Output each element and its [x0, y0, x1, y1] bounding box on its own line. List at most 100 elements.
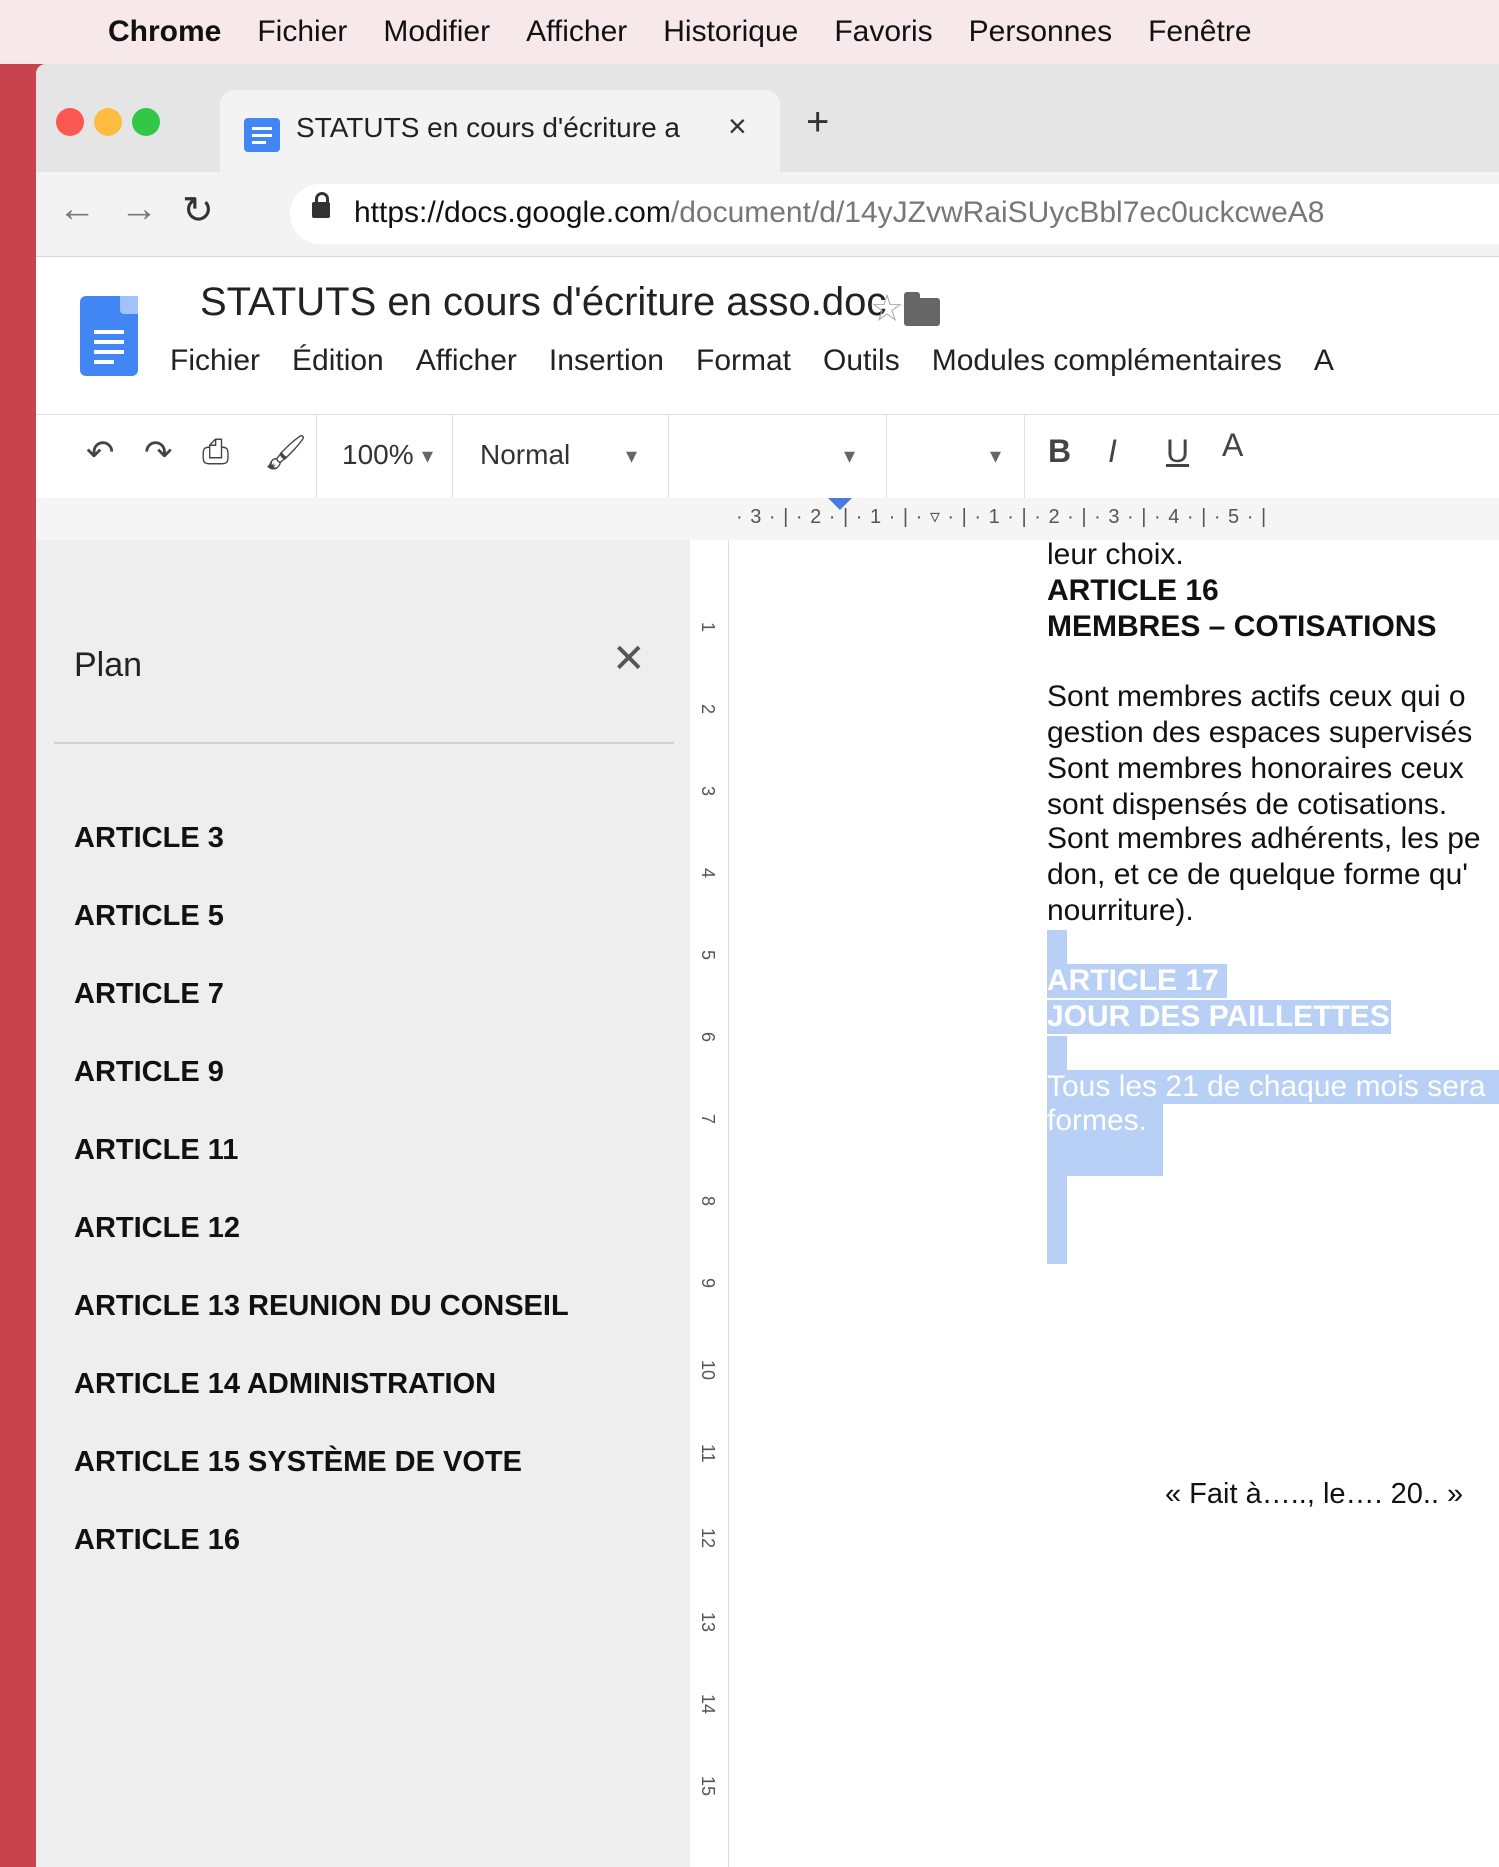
menu-personnes[interactable]: Personnes [969, 15, 1112, 49]
vruler-number: 14 [698, 1694, 718, 1715]
vruler-number: 13 [698, 1612, 718, 1633]
style-dropdown-icon[interactable]: ▾ [626, 443, 637, 469]
google-docs-logo-icon[interactable] [80, 296, 138, 376]
article-17-heading: ARTICLE 17 [1047, 964, 1227, 998]
docs-menu-outils[interactable]: Outils [823, 344, 900, 378]
article-17-subtitle: JOUR DES PAILLETTES [1047, 1000, 1391, 1034]
back-arrow-icon[interactable]: ← [58, 188, 96, 231]
paint-format-icon[interactable]: 🖌 [264, 433, 307, 473]
address-bar[interactable]: https://docs.google.com/document/d/14yJZ… [290, 184, 1499, 244]
url-text: https://docs.google.com/document/d/14yJZ… [354, 196, 1325, 230]
vruler-number: 1 [698, 622, 718, 633]
docs-menu-bar: Fichier Édition Afficher Insertion Forma… [170, 344, 1366, 378]
print-icon[interactable]: ⎙ [202, 433, 229, 472]
tab-strip: STATUTS en cours d'écriture a × + [36, 64, 1499, 172]
menu-app-chrome[interactable]: Chrome [108, 15, 221, 49]
article-17-text: formes. [1047, 1104, 1163, 1176]
outline-item[interactable]: ARTICLE 7 [74, 978, 224, 1011]
docs-menu-insertion[interactable]: Insertion [549, 344, 664, 378]
star-icon[interactable]: ☆ [870, 286, 904, 331]
vruler-number: 9 [698, 1278, 718, 1289]
body-text: don, et ce de quelque forme qu' [1047, 858, 1469, 891]
indent-marker-icon[interactable] [828, 498, 852, 510]
apple-logo-icon[interactable] [50, 18, 74, 46]
docs-menu-modules[interactable]: Modules complémentaires [932, 344, 1282, 378]
vruler-number: 12 [698, 1528, 718, 1549]
close-outline-icon[interactable]: ✕ [612, 636, 646, 682]
font-size-dropdown-icon[interactable]: ▾ [990, 443, 1001, 469]
font-dropdown-icon[interactable]: ▾ [844, 443, 855, 469]
menu-afficher[interactable]: Afficher [526, 15, 627, 49]
outline-item[interactable]: ARTICLE 15 SYSTÈME DE VOTE [74, 1446, 522, 1479]
body-text: sont dispensés de cotisations. [1047, 788, 1448, 821]
menu-historique[interactable]: Historique [663, 15, 798, 49]
document-title[interactable]: STATUTS en cours d'écriture asso.doc [200, 280, 886, 325]
outline-item[interactable]: ARTICLE 14 ADMINISTRATION [74, 1368, 496, 1401]
outline-item[interactable]: ARTICLE 16 [74, 1524, 240, 1557]
docs-menu-edition[interactable]: Édition [292, 344, 384, 378]
toolbar-divider [886, 415, 887, 499]
vruler-number: 8 [698, 1196, 718, 1207]
menu-fenetre[interactable]: Fenêtre [1148, 15, 1251, 49]
underline-button[interactable]: U [1166, 433, 1189, 470]
docs-menu-fichier[interactable]: Fichier [170, 344, 260, 378]
redo-icon[interactable]: ↷ [144, 433, 173, 473]
vruler-number: 15 [698, 1776, 718, 1797]
document-page[interactable]: leur choix. ARTICLE 16 MEMBRES – COTISAT… [729, 540, 1499, 1867]
outline-item[interactable]: ARTICLE 12 [74, 1212, 240, 1245]
browser-tab[interactable]: STATUTS en cours d'écriture a × [220, 90, 780, 172]
outline-item[interactable]: ARTICLE 11 [74, 1134, 238, 1167]
address-row: ← → ↻ https://docs.google.com/document/d… [36, 172, 1499, 257]
text-color-button[interactable]: A [1222, 427, 1243, 464]
google-docs-favicon-icon [244, 118, 280, 152]
outline-item[interactable]: ARTICLE 13 REUNION DU CONSEIL [74, 1290, 569, 1323]
outline-item[interactable]: ARTICLE 3 [74, 822, 224, 855]
menu-modifier[interactable]: Modifier [383, 15, 490, 49]
vruler-number: 5 [698, 950, 718, 961]
text-selection [1047, 1176, 1067, 1264]
bold-button[interactable]: B [1048, 433, 1071, 470]
docs-toolbar: ↶ ↷ ⎙ 🖌 100% ▾ Normal ▾ ▾ ▾ B I U A [36, 414, 1499, 500]
vruler-number: 6 [698, 1032, 718, 1043]
italic-button[interactable]: I [1108, 433, 1117, 470]
url-host: https://docs.google.com [354, 196, 671, 229]
minimize-window-icon[interactable] [94, 108, 122, 136]
outline-item[interactable]: ARTICLE 9 [74, 1056, 224, 1089]
article-17-text: Tous les 21 de chaque mois sera [1047, 1070, 1499, 1104]
close-window-icon[interactable] [56, 108, 84, 136]
reload-icon[interactable]: ↻ [182, 188, 214, 233]
tab-close-icon[interactable]: × [728, 108, 747, 145]
new-tab-button[interactable]: + [806, 100, 829, 145]
docs-menu-afficher[interactable]: Afficher [416, 344, 517, 378]
docs-menu-aide[interactable]: A [1314, 344, 1334, 378]
folder-icon[interactable] [904, 292, 940, 326]
text-selection [1047, 930, 1067, 966]
horizontal-ruler: · 3 · | · 2 · | · 1 · | · ▿ · | · 1 · | … [36, 498, 1499, 541]
outline-title: Plan [74, 646, 143, 684]
toolbar-divider [668, 415, 669, 499]
zoom-window-icon[interactable] [132, 108, 160, 136]
signature-line: « Fait à….., le…. 20.. » [1165, 1478, 1464, 1510]
docs-menu-format[interactable]: Format [696, 344, 791, 378]
article-16-heading: ARTICLE 16 [1047, 574, 1219, 607]
menu-fichier[interactable]: Fichier [257, 15, 347, 49]
zoom-dropdown-icon[interactable]: ▾ [422, 443, 433, 469]
vruler-number: 7 [698, 1114, 718, 1125]
ruler-scale: · 3 · | · 2 · | · 1 · | · ▿ · | · 1 · | … [736, 506, 1268, 528]
lock-icon [312, 192, 330, 218]
tab-title: STATUTS en cours d'écriture a [296, 112, 680, 143]
zoom-select[interactable]: 100% [342, 439, 414, 471]
body-text: Sont membres honoraires ceux [1047, 752, 1464, 785]
vruler-number: 11 [698, 1444, 718, 1463]
outline-item[interactable]: ARTICLE 5 [74, 900, 224, 933]
vertical-ruler: 1 2 3 4 5 6 7 8 9 10 11 12 13 14 15 [690, 540, 729, 1867]
vruler-number: 4 [698, 868, 718, 879]
vruler-number: 10 [698, 1360, 718, 1381]
forward-arrow-icon[interactable]: → [120, 188, 158, 231]
menu-favoris[interactable]: Favoris [834, 15, 932, 49]
undo-icon[interactable]: ↶ [86, 433, 115, 473]
document-outline-panel: Plan ✕ ARTICLE 3 ARTICLE 5 ARTICLE 7 ART… [36, 540, 690, 1867]
body-text: leur choix. [1047, 540, 1184, 571]
paragraph-style-select[interactable]: Normal [480, 439, 570, 471]
text-selection [1047, 1036, 1067, 1070]
